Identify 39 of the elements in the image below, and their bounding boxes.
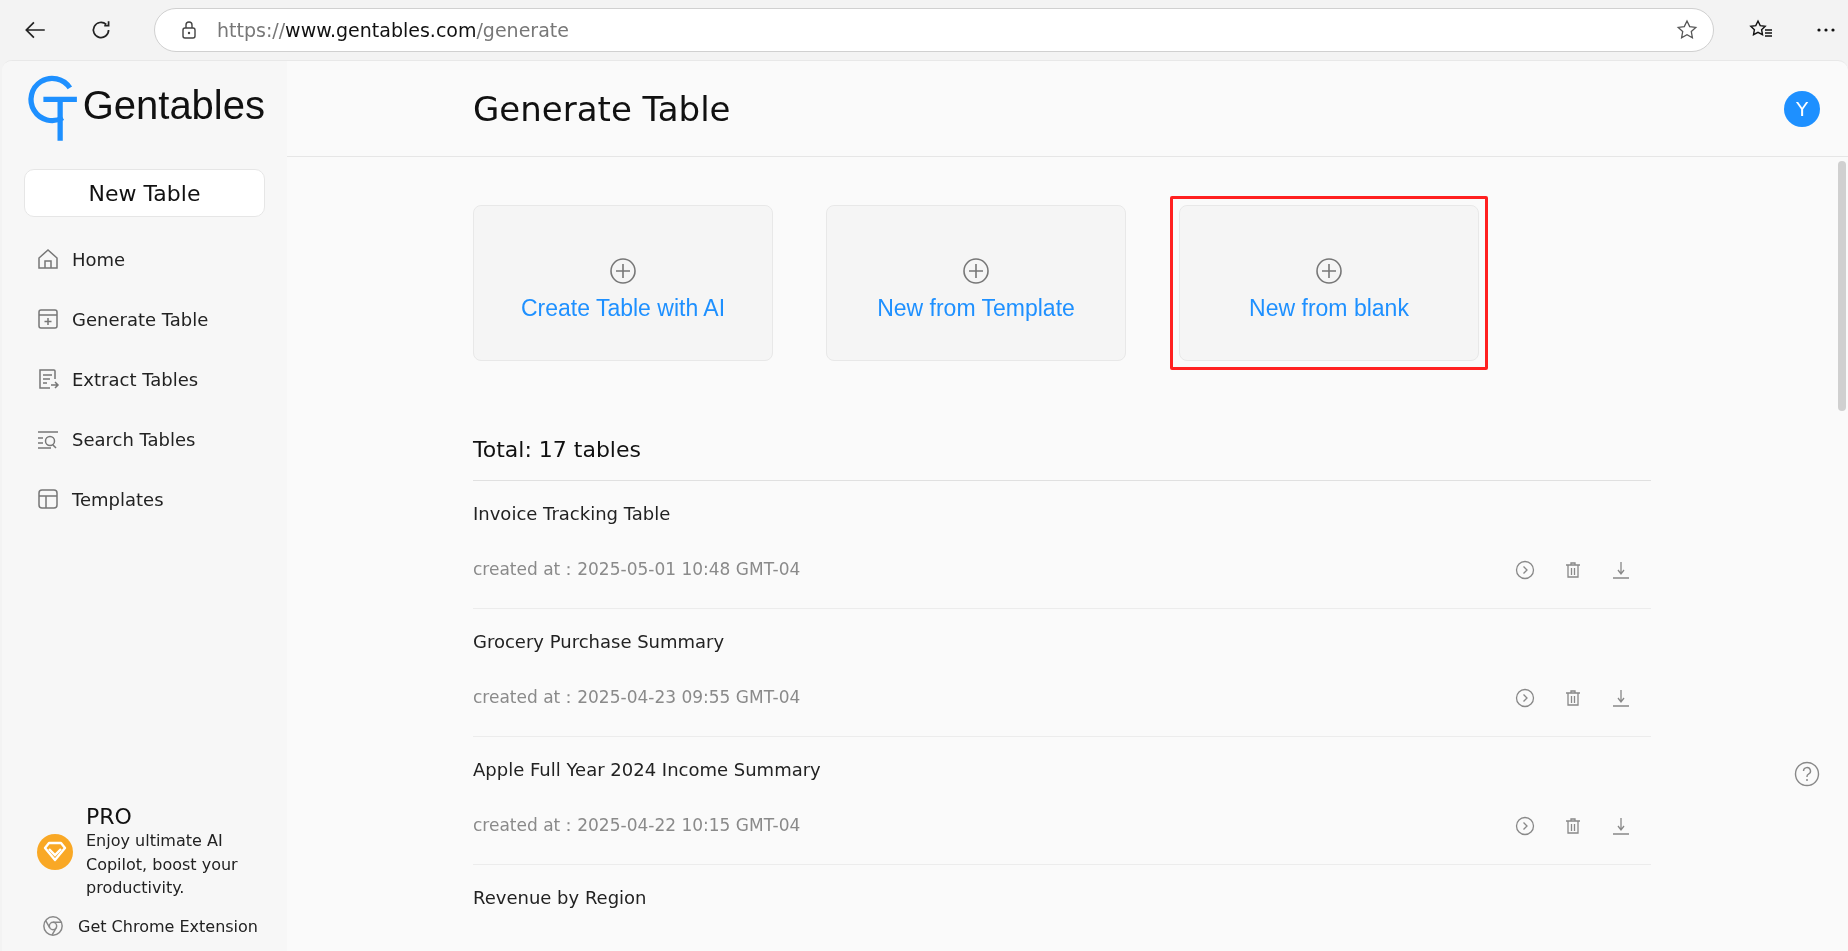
help-icon[interactable] [1794,761,1820,787]
plus-circle-icon [609,256,637,285]
nav-link[interactable]: Generate Table [72,308,209,330]
scrollbar[interactable] [1838,161,1846,411]
created-date: created at：2025-05-01 10:48 GMT-04 [473,558,801,581]
plus-circle-icon [1315,256,1343,285]
total-count: Total: 17 tables [473,437,1651,481]
pro-description: Enjoy ultimate AI Copilot, boost your productivity. [86,830,239,899]
plus-circle-icon [962,256,990,285]
nav-link[interactable]: Templates [72,488,164,510]
download-icon[interactable] [1611,815,1631,836]
chrome-icon[interactable] [42,915,64,937]
lock-icon [179,20,199,40]
page-title: Generate Table [473,88,731,129]
trash-icon[interactable] [1563,687,1583,708]
table-plus-icon[interactable] [36,307,60,331]
diamond-badge-icon [36,832,74,871]
table-name-link[interactable]: Revenue by Region [473,887,1651,908]
chrome-extension-link[interactable]: Get Chrome Extension [78,916,258,936]
brand-name: Gentables [82,82,265,128]
download-icon[interactable] [1611,559,1631,580]
trash-icon[interactable] [1563,559,1583,580]
trash-icon[interactable] [1563,815,1583,836]
download-icon[interactable] [1611,687,1631,708]
table-name-link[interactable]: Invoice Tracking Table [473,503,1651,524]
new-table-button[interactable]: New Table [24,169,265,217]
pro-title: PRO [86,804,133,830]
url-text: https://www.gentables.com/generate [217,19,570,41]
table-name-link[interactable]: Apple Full Year 2024 Income Summary [473,759,1651,780]
document-arrow-icon[interactable] [36,367,60,391]
home-icon[interactable] [36,247,60,271]
address-bar[interactable]: https://www.gentables.com/generate [154,8,1714,52]
table-name-link[interactable]: Grocery Purchase Summary [473,631,1651,652]
layout-icon[interactable] [36,487,60,511]
nav-link[interactable]: Home [72,248,126,270]
created-date: created at：2025-04-23 09:55 GMT-04 [473,686,801,709]
created-date: created at：2025-04-22 10:15 GMT-04 [473,814,801,837]
nav-link[interactable]: Search Tables [72,428,196,450]
nav-link[interactable]: Extract Tables [72,368,199,390]
